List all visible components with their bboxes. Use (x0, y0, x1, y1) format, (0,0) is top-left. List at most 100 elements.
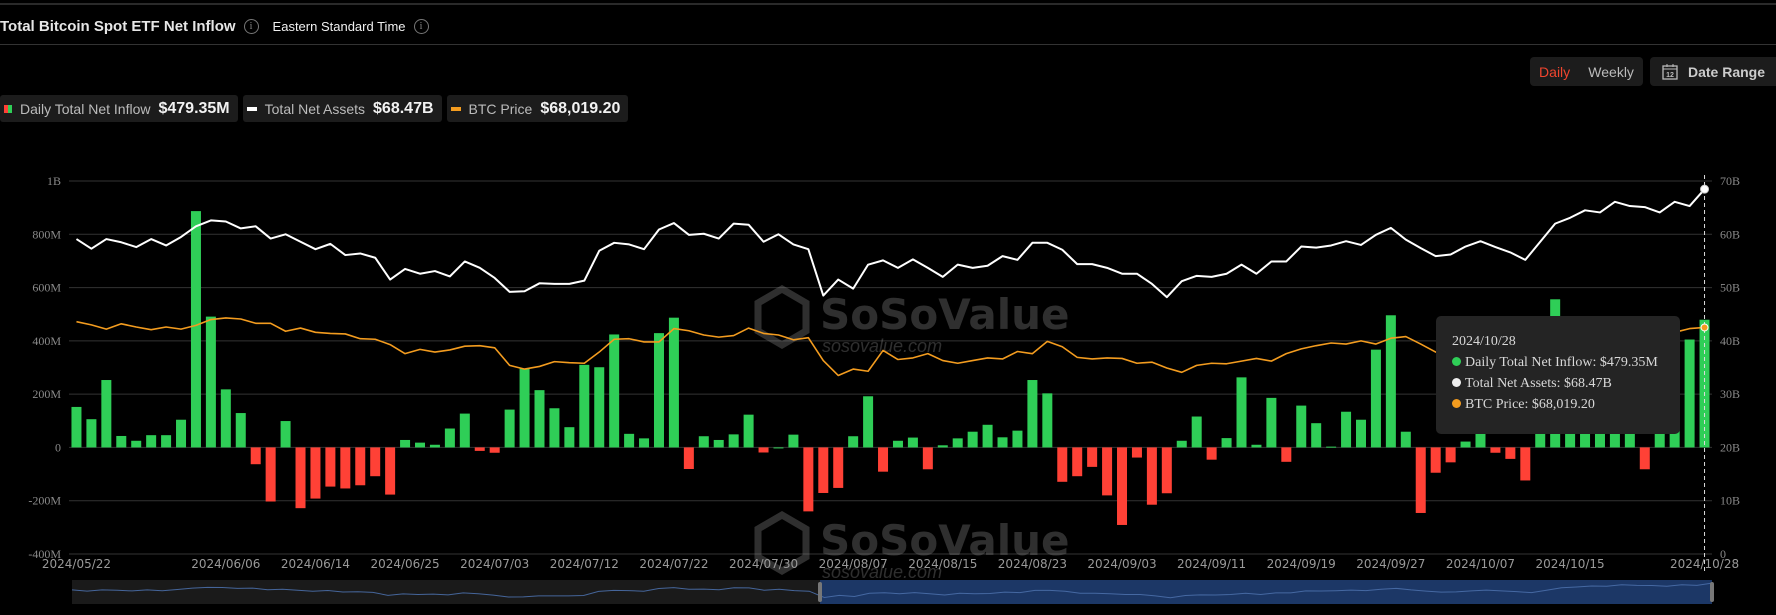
inflow-bar[interactable] (579, 364, 590, 448)
inflow-bar[interactable] (997, 437, 1008, 448)
inflow-bar[interactable] (1311, 423, 1322, 448)
inflow-bar[interactable] (683, 447, 694, 470)
inflow-bar[interactable] (1266, 397, 1277, 448)
inflow-bar[interactable] (818, 447, 829, 493)
inflow-bar[interactable] (549, 408, 560, 448)
inflow-bar[interactable] (982, 424, 993, 448)
inflow-bar[interactable] (220, 389, 231, 448)
inflow-bar[interactable] (1684, 339, 1695, 448)
inflow-bar[interactable] (340, 447, 351, 489)
inflow-bar[interactable] (1042, 393, 1053, 448)
inflow-bar[interactable] (788, 434, 799, 448)
inflow-bar[interactable] (1490, 447, 1501, 453)
inflow-bar[interactable] (265, 447, 276, 502)
inflow-bar[interactable] (1087, 447, 1098, 467)
inflow-bar[interactable] (370, 447, 381, 477)
inflow-bar[interactable] (1251, 444, 1262, 448)
inflow-bar[interactable] (1415, 447, 1426, 513)
inflow-bar[interactable] (146, 435, 157, 448)
inflow-bar[interactable] (1161, 447, 1172, 494)
inflow-bar[interactable] (639, 438, 650, 448)
inflow-bar[interactable] (878, 447, 889, 472)
inflow-bar[interactable] (295, 447, 306, 509)
inflow-bar[interactable] (355, 447, 366, 486)
inflow-bar[interactable] (833, 447, 844, 488)
inflow-bar[interactable] (489, 447, 500, 453)
inflow-bar[interactable] (653, 333, 664, 448)
inflow-bar[interactable] (1072, 447, 1083, 477)
inflow-bar[interactable] (1146, 447, 1157, 505)
inflow-bar[interactable] (1221, 438, 1232, 448)
inflow-bar[interactable] (668, 317, 679, 448)
inflow-bar[interactable] (594, 367, 605, 448)
inflow-bar[interactable] (952, 438, 963, 448)
inflow-bar[interactable] (1206, 447, 1217, 460)
inflow-bar[interactable] (1400, 431, 1411, 448)
inflow-bar[interactable] (1639, 447, 1650, 470)
inflow-bar[interactable] (698, 436, 709, 448)
inflow-bar[interactable] (564, 427, 575, 448)
inflow-bar[interactable] (1057, 447, 1068, 482)
inflow-bar[interactable] (101, 380, 112, 448)
inflow-bar[interactable] (848, 436, 859, 448)
inflow-bar[interactable] (519, 368, 530, 448)
inflow-bar[interactable] (728, 434, 739, 448)
inflow-bar[interactable] (474, 447, 485, 451)
inflow-bar[interactable] (937, 445, 948, 448)
inflow-bar[interactable] (176, 419, 187, 448)
slider-left-handle[interactable] (818, 582, 822, 602)
inflow-bar[interactable] (429, 444, 440, 448)
inflow-bar[interactable] (1520, 447, 1531, 481)
inflow-bar[interactable] (1341, 411, 1352, 448)
inflow-bar[interactable] (385, 447, 396, 495)
inflow-bar[interactable] (967, 431, 978, 448)
inflow-bar[interactable] (863, 396, 874, 448)
inflow-bar[interactable] (116, 435, 127, 448)
inflow-bar[interactable] (907, 437, 918, 448)
slider-selected-range[interactable] (820, 580, 1712, 604)
inflow-bar[interactable] (1445, 447, 1456, 463)
inflow-bar[interactable] (609, 334, 620, 448)
inflow-bar[interactable] (235, 413, 246, 448)
inflow-bar[interactable] (1370, 349, 1381, 448)
inflow-bar[interactable] (1102, 447, 1113, 496)
inflow-bar[interactable] (758, 447, 769, 453)
slider-track[interactable] (72, 580, 820, 604)
inflow-bar[interactable] (1117, 447, 1128, 525)
inflow-bar[interactable] (534, 390, 545, 448)
inflow-bar[interactable] (1191, 416, 1202, 448)
inflow-bar[interactable] (803, 447, 814, 512)
inflow-bar[interactable] (1131, 447, 1142, 458)
inflow-bar[interactable] (1505, 447, 1516, 459)
inflow-bar[interactable] (773, 447, 784, 449)
inflow-bar[interactable] (1027, 380, 1038, 448)
inflow-bar[interactable] (250, 447, 261, 465)
inflow-bar[interactable] (1012, 430, 1023, 448)
slider-right-handle[interactable] (1710, 582, 1714, 602)
inflow-bar[interactable] (713, 439, 724, 448)
inflow-bar[interactable] (624, 433, 635, 448)
inflow-bar[interactable] (743, 414, 754, 448)
inflow-bar[interactable] (161, 435, 172, 448)
inflow-bar[interactable] (325, 447, 336, 487)
inflow-bar[interactable] (131, 440, 142, 448)
inflow-bar[interactable] (280, 421, 291, 448)
inflow-bar[interactable] (1385, 315, 1396, 448)
inflow-bar[interactable] (459, 413, 470, 448)
inflow-bar[interactable] (310, 447, 321, 499)
inflow-bar[interactable] (415, 442, 426, 448)
inflow-bar[interactable] (1281, 447, 1292, 462)
inflow-bar[interactable] (1236, 377, 1247, 448)
inflow-bar[interactable] (892, 440, 903, 448)
inflow-bar[interactable] (205, 316, 216, 448)
inflow-bar[interactable] (86, 419, 97, 448)
inflow-bar[interactable] (1460, 441, 1471, 448)
inflow-bar[interactable] (71, 406, 82, 448)
inflow-bar[interactable] (504, 409, 515, 448)
inflow-bar[interactable] (922, 447, 933, 470)
inflow-bar[interactable] (1296, 405, 1307, 448)
inflow-bar[interactable] (1176, 440, 1187, 448)
inflow-bar[interactable] (444, 428, 455, 448)
inflow-bar[interactable] (1355, 419, 1366, 448)
inflow-bar[interactable] (1326, 446, 1337, 448)
